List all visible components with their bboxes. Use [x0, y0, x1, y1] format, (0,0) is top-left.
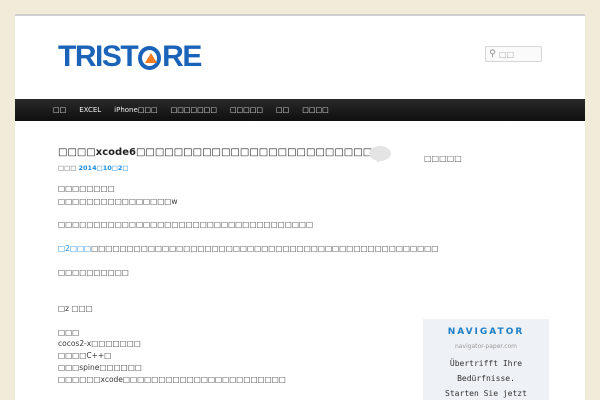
search-input[interactable]: ⚲ □□ — [485, 46, 542, 62]
content-line: □□□□□□□□□□□□□□□□□□□□□□□□□□□□□□□□□□□□ — [58, 220, 314, 229]
content-line: □□□□□□□□□□□□□□□□w — [58, 197, 178, 206]
nav-item-5[interactable]: □□□□□ — [230, 106, 263, 114]
meta-prefix: □□□ — [58, 164, 77, 172]
content-line: cocos2-x□□□□□□□ — [58, 339, 141, 348]
nav-item-excel[interactable]: EXCEL — [79, 106, 101, 114]
nav-item-7[interactable]: □□□□ — [302, 106, 328, 114]
page-container: TRIST RE ⚲ □□ □□ EXCEL iPhone□□□ □□□□□□□… — [15, 14, 585, 400]
ad-line: Bedürfnisse. — [457, 374, 515, 383]
nav-item-home[interactable]: □□ — [53, 106, 66, 114]
content-line: □□□spine□□□□□□ — [58, 363, 142, 372]
ad-url: navigator-paper.com — [454, 343, 518, 350]
ad-body: Übertrifft Ihre Bedürfnisse. Starten Sie… — [423, 356, 549, 400]
sidebar-widget-title: □□□□□ — [424, 154, 462, 163]
post-meta: □□□ 2014□10□2□ — [58, 164, 129, 172]
content-link[interactable]: □2□□□ — [58, 244, 91, 253]
nav-item-4[interactable]: □□□□□□□ — [171, 106, 217, 114]
content-line: □□□□C++□ — [58, 351, 112, 360]
content-line: □□□□□□□□ — [58, 184, 115, 193]
logo-o-triangle-icon — [138, 46, 162, 70]
content-line-text: □□□□□□□□□□□□□□□□□□□□□□□□□□□□□□□□□□□□□□□□… — [91, 244, 439, 253]
ad-line: Starten Sie jetzt — [445, 389, 527, 398]
search-placeholder: □□ — [499, 49, 515, 59]
content-line: □□□□□□□□□□ — [58, 268, 129, 277]
sidebar-ad[interactable]: NAVIGATOR navigator-paper.com Übertrifft… — [423, 319, 549, 400]
content-line: □□□ — [58, 328, 80, 337]
nav-item-6[interactable]: □□ — [276, 106, 289, 114]
content-line-with-link: □2□□□□□□□□□□□□□□□□□□□□□□□□□□□□□□□□□□□□□□… — [58, 244, 438, 253]
site-logo[interactable]: TRIST RE — [58, 40, 202, 73]
ad-line: Übertrifft Ihre — [449, 359, 523, 368]
post-title[interactable]: □□□□xcode6□□□□□□□□□□□□□□□□□□□□□□□□□ — [58, 147, 372, 158]
content-line: □□□□□□xcode□□□□□□□□□□□□□□□□□□□□□□□ — [58, 375, 286, 384]
ad-title: NAVIGATOR — [447, 327, 525, 337]
logo-text-left: TRIST — [58, 40, 139, 73]
logo-text-right: RE — [162, 40, 202, 73]
main-navigation: □□ EXCEL iPhone□□□ □□□□□□□ □□□□□ □□ □□□□ — [15, 99, 585, 121]
content-line: □z □□□ — [58, 304, 93, 313]
comment-bubble-icon[interactable] — [369, 146, 391, 163]
post-date[interactable]: 2014□10□2□ — [79, 164, 129, 172]
nav-item-iphone[interactable]: iPhone□□□ — [114, 106, 157, 114]
search-icon: ⚲ — [489, 49, 496, 59]
